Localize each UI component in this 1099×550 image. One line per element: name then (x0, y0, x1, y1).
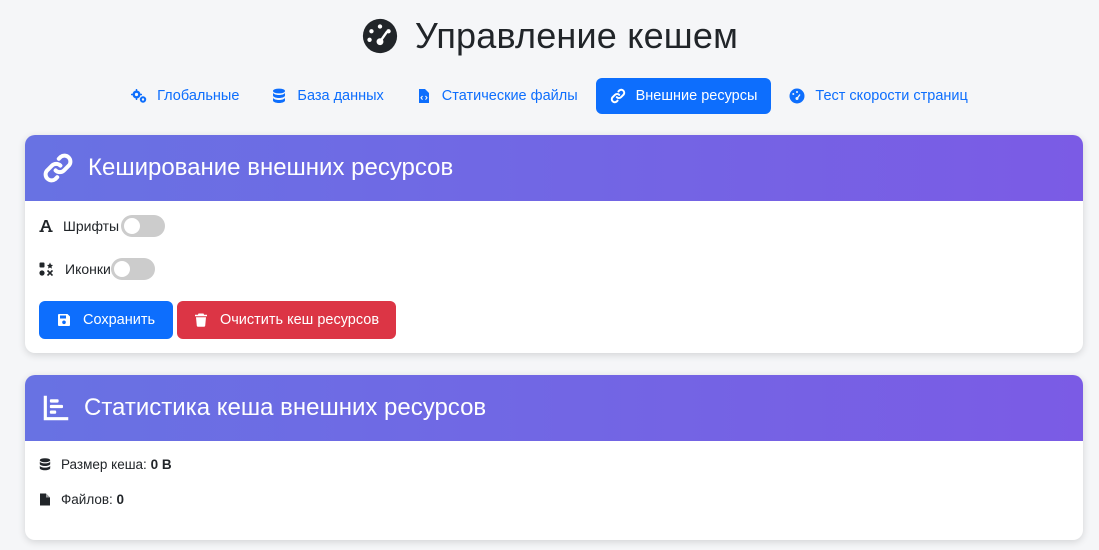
files-count-text: Файлов: (61, 492, 113, 507)
cache-size-row: Размер кеша: 0 B (39, 457, 172, 472)
icons-switch[interactable] (110, 258, 155, 280)
tab-static-files[interactable]: Статические файлы (402, 78, 592, 114)
icons-icon (39, 262, 53, 276)
cache-size-label: Размер кеша: 0 B (61, 457, 172, 472)
clear-cache-button-label: Очистить кеш ресурсов (219, 312, 380, 328)
icons-label: Иконки (65, 261, 111, 277)
tab-label: Глобальные (157, 88, 240, 104)
page-title: Управление кешем (414, 15, 739, 56)
external-resources-card: Кеширование внешних ресурсов Шрифты Икон… (25, 135, 1083, 353)
fonts-switch[interactable] (121, 215, 166, 237)
tab-label: Тест скорости страниц (815, 88, 968, 104)
save-button[interactable]: Сохранить (39, 301, 173, 339)
link-icon (43, 153, 73, 183)
chart-simple-icon (43, 395, 69, 421)
files-count-label: Файлов: 0 (61, 492, 124, 507)
database-icon (39, 458, 51, 471)
fonts-toggle-row: Шрифты (39, 214, 166, 238)
gauge-icon (362, 18, 398, 54)
card-title: Кеширование внешних ресурсов (88, 154, 454, 181)
page-header: Управление кешем (0, 12, 1099, 60)
floppy-disk-icon (57, 314, 70, 326)
icons-toggle-row: Иконки (39, 257, 155, 281)
tab-label: База данных (297, 88, 384, 104)
link-icon (610, 88, 625, 104)
cache-size-text: Размер кеша: (61, 457, 147, 472)
card-header: Статистика кеша внешних ресурсов (25, 375, 1083, 441)
tab-global[interactable]: Глобальные (117, 78, 253, 114)
fonts-label: Шрифты (63, 218, 120, 234)
cache-size-value: 0 B (150, 457, 172, 472)
tab-external-resources[interactable]: Внешние ресурсы (595, 78, 772, 114)
tab-page-speed[interactable]: Тест скорости страниц (775, 78, 981, 114)
cache-stats-card: Статистика кеша внешних ресурсов Размер … (25, 375, 1083, 540)
card-header: Кеширование внешних ресурсов (25, 135, 1083, 201)
font-icon (39, 220, 53, 232)
save-button-label: Сохранить (82, 312, 156, 328)
database-icon (273, 88, 286, 103)
tab-database[interactable]: База данных (257, 78, 397, 114)
card-title: Статистика кеша внешних ресурсов (84, 394, 487, 421)
gears-icon (131, 89, 147, 103)
file-code-icon (418, 89, 429, 103)
file-icon (40, 493, 50, 506)
files-count-row: Файлов: 0 (39, 492, 124, 507)
tab-bar: Глобальные База данных Статические файлы… (0, 78, 1099, 114)
gauge-icon (789, 88, 805, 104)
files-count-value: 0 (116, 492, 125, 507)
trash-icon (194, 313, 207, 327)
tab-label: Внешние ресурсы (635, 88, 758, 104)
tab-label: Статические файлы (441, 88, 578, 104)
clear-cache-button[interactable]: Очистить кеш ресурсов (177, 301, 396, 339)
